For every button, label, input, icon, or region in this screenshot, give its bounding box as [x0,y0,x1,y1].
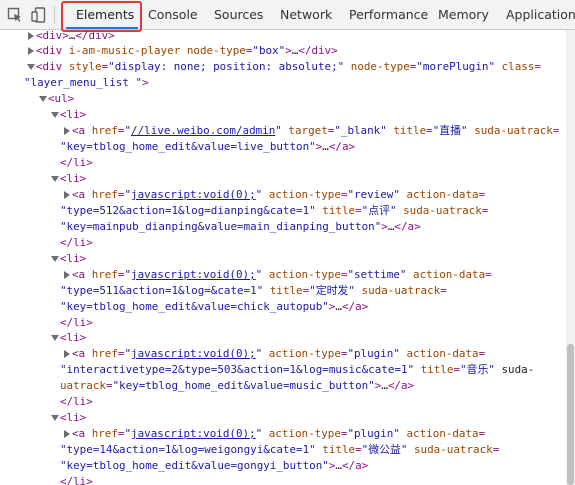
dom-node-line[interactable]: </li> [60,315,93,331]
dom-node-line[interactable]: <a href="javascript:void(0);" action-typ… [72,346,485,362]
expand-arrow-closed-icon[interactable] [64,127,70,135]
expand-arrow-open-icon[interactable] [27,64,35,70]
dom-node-line[interactable]: <ul> [48,91,74,107]
dom-node-line[interactable]: <a href="//live.weibo.com/admin" target=… [72,123,559,139]
dom-node-line[interactable]: <div i-am-music-player node-type="box">…… [36,43,338,59]
expand-arrow-open-icon[interactable] [51,176,59,182]
expand-arrow-closed-icon[interactable] [64,430,70,438]
expand-arrow-open-icon[interactable] [51,112,59,118]
dom-node-line[interactable]: "layer_menu_list "> [24,75,149,91]
dom-node-line[interactable]: <a href="javascript:void(0);" action-typ… [72,426,485,442]
dom-node-line[interactable]: <a href="javascript:void(0);" action-typ… [72,187,485,203]
dom-node-line[interactable]: <li> [60,330,86,346]
dom-node-line[interactable]: <a href="javascript:void(0);" action-typ… [72,267,492,283]
dom-node-line[interactable]: <li> [60,107,86,123]
toolbar-separator [54,6,55,24]
dom-node-line[interactable]: </li> [60,155,93,171]
tab-sources[interactable]: Sources [214,0,263,29]
expand-arrow-open-icon[interactable] [51,256,59,262]
dom-node-line[interactable]: "interactivetype=2&type=503&action=1&log… [60,362,534,378]
dom-node-line[interactable]: "key=mainpub_dianping&value=main_dianpin… [60,219,421,235]
dom-node-line[interactable]: </li> [60,235,93,251]
tab-application[interactable]: Application [506,0,575,29]
dom-node-line[interactable]: "type=14&action=1&log=weigongyi&cate=1" … [60,442,499,458]
dom-node-line[interactable]: <div style="display: none; position: abs… [36,59,541,75]
expand-arrow-open-icon[interactable] [39,96,47,102]
expand-arrow-open-icon[interactable] [51,415,59,421]
dom-node-line[interactable]: <li> [60,251,86,267]
expand-arrow-closed-icon[interactable] [64,271,70,279]
devtools-toolbar: Elements Console Sources Network Perform… [0,0,575,32]
expand-arrow-closed-icon[interactable] [28,47,34,55]
expand-arrow-closed-icon[interactable] [64,191,70,199]
expand-arrow-closed-icon[interactable] [28,32,34,40]
dom-node-line[interactable]: <li> [60,171,86,187]
scrollbar[interactable] [566,30,575,485]
tab-console[interactable]: Console [148,0,198,29]
dom-node-line[interactable]: "type=511&action=1&log=&cate=1" title="定… [60,283,447,299]
dom-node-line[interactable]: "key=tblog_home_edit&value=chick_autopub… [60,299,368,315]
scrollbar-thumb[interactable] [567,344,574,485]
dom-node-line[interactable]: <li> [60,410,86,426]
select-element-icon[interactable] [7,7,23,28]
dom-node-line[interactable]: </li> [60,394,93,410]
expand-arrow-open-icon[interactable] [51,335,59,341]
expand-arrow-closed-icon[interactable] [64,350,70,358]
device-toolbar-icon[interactable] [31,7,47,28]
elements-tab-highlight [61,1,142,32]
dom-node-line[interactable]: "key=tblog_home_edit&value=live_button">… [60,139,355,155]
dom-node-line[interactable]: <div>…</div> [36,30,115,44]
tab-memory[interactable]: Memory [438,0,489,29]
dom-node-line[interactable]: uatrack="key=tblog_home_edit&value=music… [60,378,414,394]
dom-node-line[interactable]: "key=tblog_home_edit&value=gongyi_button… [60,458,368,474]
dom-node-line[interactable]: </li> [60,474,93,485]
tab-performance[interactable]: Performance [349,0,428,29]
dom-node-line[interactable]: "type=512&action=1&log=dianping&cate=1" … [60,203,488,219]
dom-tree: <div>…</div> <div i-am-music-player node-… [0,30,566,485]
tab-network[interactable]: Network [280,0,332,29]
